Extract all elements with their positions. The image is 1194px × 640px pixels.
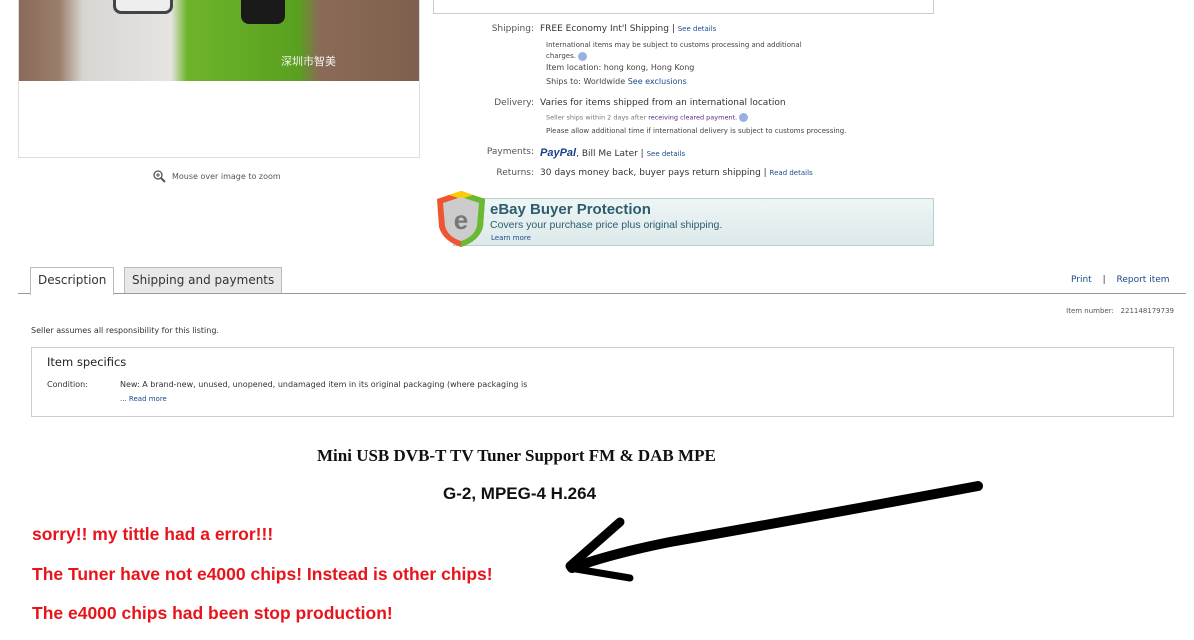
action-separator: | bbox=[1102, 275, 1106, 285]
handling-note-text: Seller ships within 2 days after bbox=[546, 113, 649, 122]
ships-to: Ships to: Worldwide See exclusions bbox=[546, 77, 687, 86]
international-delivery-note: Please allow additional time if internat… bbox=[546, 127, 847, 135]
condition-label: Condition: bbox=[47, 380, 88, 389]
buyer-protection-subtitle: Covers your purchase price plus original… bbox=[490, 219, 723, 231]
payments-row: Payments: PayPal, Bill Me Later | See de… bbox=[440, 147, 685, 159]
payments-see-details-link[interactable]: See details bbox=[647, 150, 686, 158]
handling-note: Seller ships within 2 days after receivi… bbox=[546, 113, 749, 122]
svg-text:e: e bbox=[454, 205, 468, 235]
item-number: Item number: 221148179739 bbox=[1066, 307, 1174, 315]
listing-actions: Print | Report item bbox=[1071, 275, 1170, 285]
ellipsis: ... bbox=[120, 395, 127, 403]
read-more-link[interactable]: Read more bbox=[129, 395, 167, 403]
buyer-protection-banner: e eBay Buyer Protection Covers your purc… bbox=[433, 189, 935, 247]
ships-to-label: Ships to: bbox=[546, 77, 581, 86]
returns-value: 30 days money back, buyer pays return sh… bbox=[540, 168, 770, 178]
remote-control bbox=[241, 0, 285, 24]
tab-divider bbox=[18, 293, 1186, 294]
item-number-label: Item number: bbox=[1066, 307, 1114, 315]
shipping-value: FREE Economy Int'l Shipping | bbox=[540, 24, 678, 34]
tab-description[interactable]: Description bbox=[30, 267, 115, 295]
buyer-protection-title: eBay Buyer Protection bbox=[490, 201, 651, 218]
help-icon[interactable] bbox=[739, 113, 749, 122]
delivery-row: Delivery: Varies for items shipped from … bbox=[440, 98, 786, 108]
condition-value: New: A brand-new, unused, unopened, unda… bbox=[120, 380, 528, 389]
zoom-hint: Mouse over image to zoom bbox=[153, 170, 281, 183]
tuner-device bbox=[113, 0, 173, 14]
product-photo[interactable]: 深圳市智美 bbox=[19, 0, 419, 81]
photo-caption: 深圳市智美 bbox=[281, 55, 336, 68]
shipping-label: Shipping: bbox=[491, 24, 534, 34]
shipping-row: Shipping: FREE Economy Int'l Shipping | … bbox=[440, 24, 717, 34]
print-link[interactable]: Print bbox=[1071, 275, 1092, 285]
shipping-see-details-link[interactable]: See details bbox=[678, 25, 717, 33]
payments-value: , Bill Me Later | bbox=[576, 149, 647, 159]
learn-more-link[interactable]: Learn more bbox=[491, 234, 531, 242]
delivery-value: Varies for items shipped from an interna… bbox=[540, 98, 786, 108]
item-number-value: 221148179739 bbox=[1120, 307, 1174, 315]
error-note: sorry!! my tittle had a error!!! bbox=[32, 524, 274, 544]
see-exclusions-link[interactable]: See exclusions bbox=[628, 77, 687, 86]
ships-to-value: Worldwide bbox=[583, 77, 626, 86]
location-label: Item location: bbox=[546, 63, 602, 72]
item-location: Item location: hong kong, Hong Kong bbox=[546, 63, 694, 72]
description-title-line1: Mini USB DVB-T TV Tuner Support FM & DAB… bbox=[317, 446, 716, 465]
paypal-logo: PayPal bbox=[540, 147, 577, 159]
customs-note: International items may be subject to cu… bbox=[546, 40, 816, 62]
responsibility-note: Seller assumes all responsibility for th… bbox=[31, 326, 219, 335]
chips-note: The Tuner have not e4000 chips! Instead … bbox=[32, 564, 493, 584]
report-item-link[interactable]: Report item bbox=[1117, 275, 1170, 285]
delivery-label: Delivery: bbox=[494, 98, 534, 108]
production-note: The e4000 chips had been stop production… bbox=[32, 603, 393, 623]
help-icon[interactable] bbox=[578, 51, 588, 61]
item-specifics-title: Item specifics bbox=[47, 355, 127, 369]
payments-label: Payments: bbox=[486, 147, 534, 157]
shield-icon: e bbox=[437, 191, 485, 247]
arrow-annotation bbox=[565, 481, 983, 582]
location-value: hong kong, Hong Kong bbox=[603, 63, 695, 72]
zoom-hint-text: Mouse over image to zoom bbox=[172, 172, 281, 181]
tab-shipping-and-payments[interactable]: Shipping and payments bbox=[124, 267, 283, 294]
returns-label: Returns: bbox=[496, 168, 534, 178]
returns-row: Returns: 30 days money back, buyer pays … bbox=[440, 168, 813, 178]
item-specifics-box: Item specifics Condition: New: A brand-n… bbox=[31, 347, 1174, 417]
cleared-payment-link[interactable]: receiving cleared payment. bbox=[648, 114, 737, 122]
magnifier-icon bbox=[153, 170, 166, 183]
returns-read-details-link[interactable]: Read details bbox=[770, 169, 813, 177]
purchase-box bbox=[433, 0, 934, 14]
